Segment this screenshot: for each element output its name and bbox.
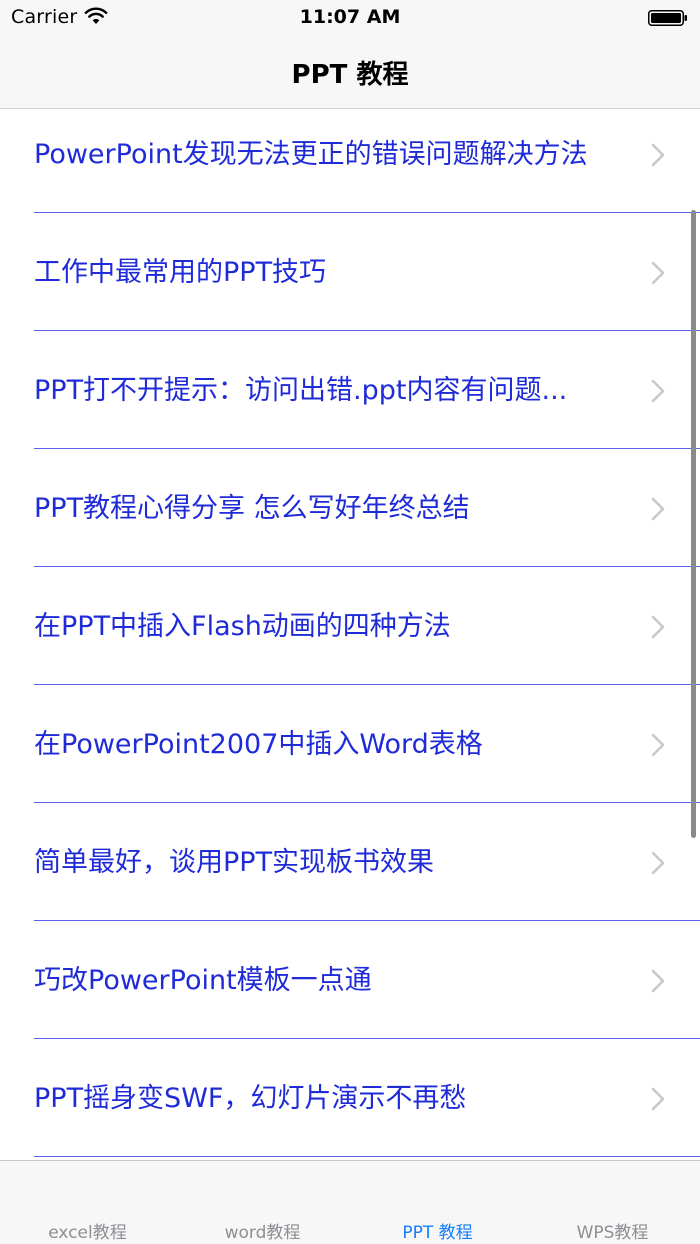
list-item[interactable]: 工作中最常用的PPT技巧 [0,226,700,344]
list-item[interactable]: 巧改PowerPoint模板一点通 [0,934,700,1052]
list-item-label: PPT打不开提示：访问出错.ppt内容有问题... [34,375,568,406]
list-item[interactable]: 简单最好，谈用PPT实现板书效果 [0,816,700,934]
list-item[interactable]: PPT摇身变SWF，幻灯片演示不再愁 [0,1052,700,1160]
chevron-right-icon [651,615,665,639]
tab-label: WPS教程 [576,1223,649,1243]
status-time: 11:07 AM [299,6,401,28]
list-item-label: PPT摇身变SWF，幻灯片演示不再愁 [34,1083,467,1114]
tab-label: word教程 [224,1223,301,1243]
list-item-label: PowerPoint发现无法更正的错误问题解决方法 [34,139,588,170]
chevron-right-icon [651,1087,665,1111]
tab-label: PPT 教程 [402,1223,473,1243]
list-item[interactable]: PPT教程心得分享 怎么写好年终总结 [0,462,700,580]
navigation-header: Carrier 11:07 AM PPT 教程 [0,0,700,109]
row-divider [34,1156,700,1157]
list-item-label: PPT教程心得分享 怎么写好年终总结 [34,493,470,524]
row-divider [34,1038,700,1039]
list-item-label: 在PowerPoint2007中插入Word表格 [34,729,483,760]
row-divider [34,566,700,567]
page-title: PPT 教程 [291,60,409,90]
tab-word[interactable]: word教程 [175,1161,350,1244]
list-item[interactable]: PowerPoint发现无法更正的错误问题解决方法 [0,108,700,226]
tab-label: excel教程 [48,1223,127,1243]
list-item-label: 在PPT中插入Flash动画的四种方法 [34,611,451,642]
list-item-label: 工作中最常用的PPT技巧 [34,257,327,288]
chevron-right-icon [651,497,665,521]
tutorial-list: PowerPoint发现无法更正的错误问题解决方法 工作中最常用的PPT技巧 P… [0,108,700,1160]
list-item[interactable]: PPT打不开提示：访问出错.ppt内容有问题... [0,344,700,462]
tab-wps[interactable]: WPS教程 [525,1161,700,1244]
row-divider [34,920,700,921]
chevron-right-icon [651,379,665,403]
row-divider [34,212,700,213]
row-divider [34,802,700,803]
list-item-label: 简单最好，谈用PPT实现板书效果 [34,847,435,878]
status-bar: Carrier 11:07 AM [0,0,700,36]
chevron-right-icon [651,851,665,875]
battery-icon [648,10,687,26]
tab-ppt[interactable]: PPT 教程 [350,1161,525,1244]
list-item-label: 巧改PowerPoint模板一点通 [34,965,372,996]
row-divider [34,684,700,685]
list-item[interactable]: 在PPT中插入Flash动画的四种方法 [0,580,700,698]
tab-excel[interactable]: excel教程 [0,1161,175,1244]
chevron-right-icon [651,733,665,757]
tab-bar: excel教程 word教程 PPT 教程 WPS教程 [0,1160,700,1244]
list-item[interactable]: 在PowerPoint2007中插入Word表格 [0,698,700,816]
chevron-right-icon [651,143,665,167]
row-divider [34,448,700,449]
scroll-indicator[interactable] [691,210,696,838]
chevron-right-icon [651,261,665,285]
row-divider [34,330,700,331]
chevron-right-icon [651,969,665,993]
app-screen: Carrier 11:07 AM PPT 教程 PowerPoint发现无法更正… [0,0,700,1244]
